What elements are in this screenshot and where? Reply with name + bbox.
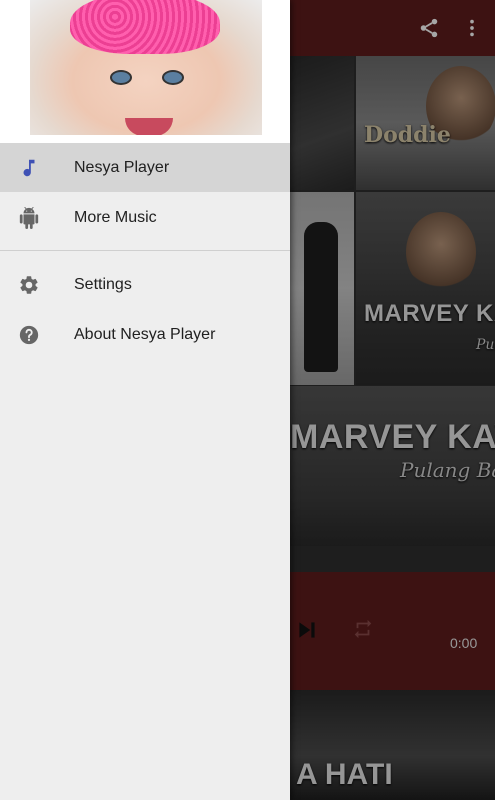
drawer-scrim[interactable] [290, 0, 495, 800]
header-photo [30, 0, 262, 135]
help-circle-icon [17, 323, 41, 347]
drawer-item-label: About Nesya Player [74, 325, 216, 343]
music-note-icon [17, 156, 41, 180]
drawer-item-about[interactable]: About Nesya Player [0, 310, 290, 359]
android-icon [17, 206, 41, 230]
drawer-header [0, 0, 290, 143]
drawer-item-settings[interactable]: Settings [0, 260, 290, 309]
gear-icon [17, 273, 41, 297]
drawer-item-label: More Music [74, 208, 157, 226]
drawer-divider [0, 250, 290, 251]
drawer-item-more-music[interactable]: More Music [0, 193, 290, 242]
drawer-item-label: Nesya Player [74, 158, 170, 176]
navigation-drawer: Nesya Player More Music Settings About N… [0, 0, 290, 800]
drawer-item-nesya-player[interactable]: Nesya Player [0, 143, 290, 192]
drawer-item-label: Settings [74, 275, 132, 293]
